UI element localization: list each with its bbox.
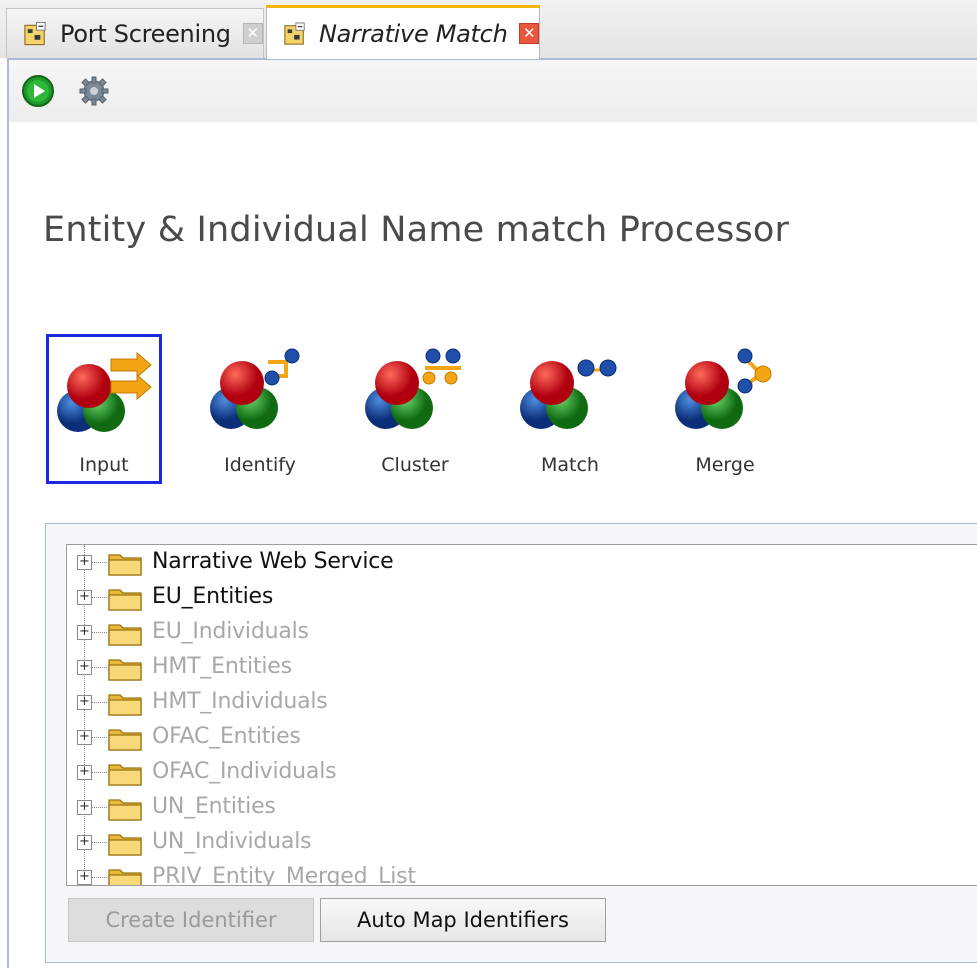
tree-item-hmt-individuals[interactable]: + HMT_Individuals [67, 685, 967, 720]
step-input[interactable]: Input [46, 334, 162, 484]
expand-icon[interactable]: + [77, 625, 92, 640]
step-label: Merge [695, 454, 755, 476]
close-icon[interactable]: ✕ [519, 23, 539, 44]
step-label: Identify [224, 454, 296, 476]
tree-item-label: PRIV_Entity_Merged_List [152, 864, 416, 886]
tree-item-ofac-individuals[interactable]: + OFAC_Individuals [67, 755, 967, 790]
tree-item-un-entities[interactable]: + UN_Entities [67, 790, 967, 825]
tree-connector [92, 632, 107, 633]
tab-label: Narrative Match [318, 19, 508, 48]
tab-strip: Port Screening ✕ Narrative Match ✕ [0, 0, 977, 59]
expand-icon[interactable]: + [77, 730, 92, 745]
auto-map-identifiers-button[interactable]: Auto Map Identifiers [320, 898, 606, 942]
run-icon[interactable] [21, 74, 55, 108]
folder-icon [108, 764, 142, 786]
folder-icon [108, 799, 142, 821]
folder-icon [108, 729, 142, 751]
gear-icon[interactable] [77, 74, 111, 108]
expand-icon[interactable]: + [77, 695, 92, 710]
folder-icon [108, 554, 142, 576]
expand-icon[interactable]: + [77, 800, 92, 815]
tree-item-label: HMT_Entities [152, 654, 292, 679]
cluster-processor-icon [365, 348, 461, 429]
tree-item-ofac-entities[interactable]: + OFAC_Entities [67, 720, 967, 755]
step-identify[interactable]: Identify [202, 334, 318, 484]
tree-connector [92, 562, 107, 563]
expand-icon[interactable]: + [77, 835, 92, 850]
tab-label: Port Screening [60, 19, 231, 48]
tree-connector [92, 667, 107, 668]
processor-icon [284, 21, 305, 45]
tree-item-label: OFAC_Entities [152, 724, 301, 749]
folder-icon [108, 869, 142, 885]
tree-connector [92, 807, 107, 808]
expand-icon[interactable]: + [77, 870, 92, 885]
merge-processor-icon [675, 348, 772, 429]
tree-item-narrative-web-service[interactable]: + Narrative Web Service [67, 545, 967, 580]
close-icon[interactable]: ✕ [242, 23, 263, 44]
toolbar [9, 60, 977, 122]
tree-item-label: HMT_Individuals [152, 689, 328, 714]
folder-icon [108, 659, 142, 681]
folder-icon [108, 589, 142, 611]
tree-connector [92, 597, 107, 598]
tree-connector [92, 702, 107, 703]
step-merge[interactable]: Merge [667, 334, 783, 484]
tab-port-screening[interactable]: Port Screening ✕ [6, 8, 264, 58]
create-identifier-button[interactable]: Create Identifier [68, 898, 314, 942]
folder-icon [108, 834, 142, 856]
step-label: Match [541, 454, 599, 476]
tree-connector [92, 877, 107, 878]
folder-icon [108, 624, 142, 646]
identifier-group: + Narrative Web Service + EU_Entities + [45, 523, 977, 963]
match-processor-icon [520, 359, 617, 429]
identify-processor-icon [210, 348, 300, 429]
step-match[interactable]: Match [512, 334, 628, 484]
tree-item-priv-entity-merged-list[interactable]: + PRIV_Entity_Merged_List [67, 860, 967, 886]
step-cluster[interactable]: Cluster [357, 334, 473, 484]
tree-item-label: UN_Entities [152, 794, 276, 819]
tree-connector [92, 772, 107, 773]
tree-item-eu-individuals[interactable]: + EU_Individuals [67, 615, 967, 650]
tree-item-label: OFAC_Individuals [152, 759, 337, 784]
editor-panel: Entity & Individual Name match Processor… [7, 58, 977, 968]
expand-icon[interactable]: + [77, 555, 92, 570]
page-title: Entity & Individual Name match Processor [43, 210, 790, 250]
expand-icon[interactable]: + [77, 765, 92, 780]
expand-icon[interactable]: + [77, 590, 92, 605]
tab-narrative-match[interactable]: Narrative Match ✕ [266, 5, 540, 59]
tree-item-label: EU_Entities [152, 584, 274, 609]
tree-connector [92, 842, 107, 843]
identifier-tree[interactable]: + Narrative Web Service + EU_Entities + [66, 544, 977, 886]
tree-item-label: UN_Individuals [152, 829, 312, 854]
folder-icon [108, 694, 142, 716]
tree-item-un-individuals[interactable]: + UN_Individuals [67, 825, 967, 860]
tree-item-label: Narrative Web Service [152, 549, 394, 574]
tree-item-label: EU_Individuals [152, 619, 309, 644]
input-processor-icon [57, 351, 152, 432]
step-label: Input [79, 454, 129, 476]
tree-item-hmt-entities[interactable]: + HMT_Entities [67, 650, 967, 685]
step-label: Cluster [381, 454, 449, 476]
expand-icon[interactable]: + [77, 660, 92, 675]
tree-connector [92, 737, 107, 738]
tree-item-eu-entities[interactable]: + EU_Entities [67, 580, 967, 615]
processor-icon [24, 21, 46, 45]
